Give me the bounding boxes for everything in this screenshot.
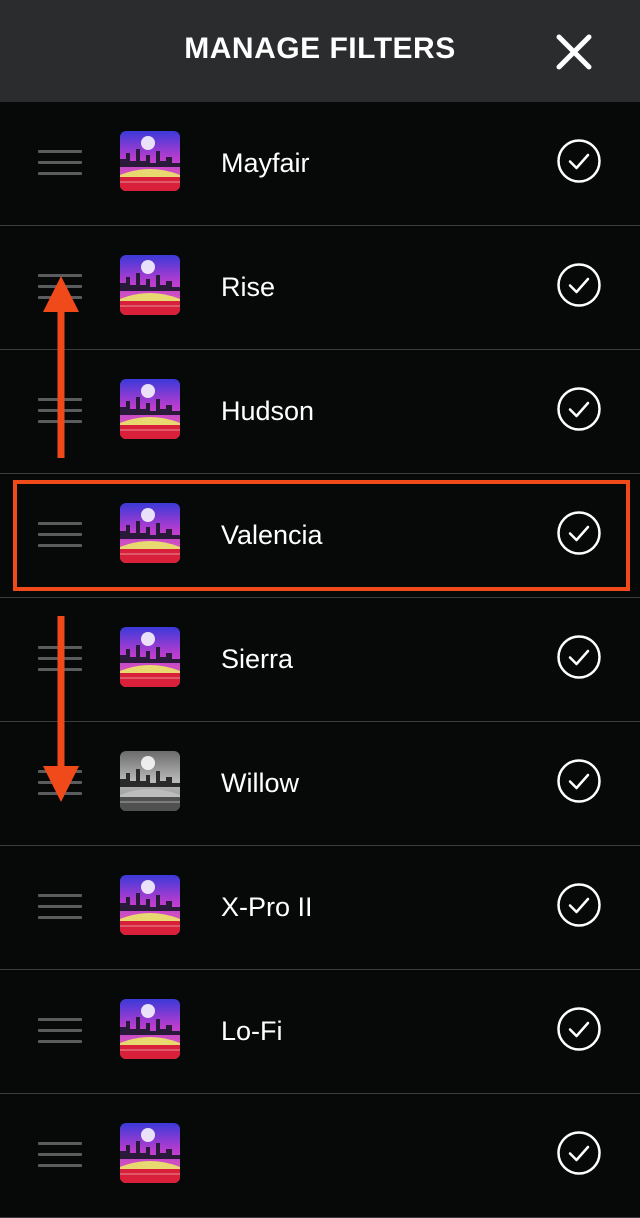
drag-handle-icon[interactable] bbox=[38, 646, 82, 672]
filter-row[interactable]: Lo-Fi bbox=[0, 970, 640, 1094]
check-circle-icon bbox=[557, 1007, 601, 1051]
filter-name: Lo-Fi bbox=[221, 1016, 283, 1046]
header-bar: MANAGE FILTERS bbox=[0, 0, 640, 102]
check-circle-icon bbox=[557, 511, 601, 555]
check-toggle-button[interactable] bbox=[557, 139, 601, 183]
drag-handle-icon[interactable] bbox=[38, 1018, 82, 1044]
close-icon bbox=[556, 34, 592, 70]
drag-handle-icon[interactable] bbox=[38, 274, 82, 300]
filter-name: Rise bbox=[221, 272, 276, 302]
filter-row[interactable]: Rise bbox=[0, 226, 640, 350]
filter-name: Sierra bbox=[221, 644, 294, 674]
filter-name: Valencia bbox=[221, 520, 323, 550]
filter-row[interactable]: X-Pro II bbox=[0, 846, 640, 970]
drag-handle-icon[interactable] bbox=[38, 1142, 82, 1168]
check-toggle-button[interactable] bbox=[557, 635, 601, 679]
check-toggle-button[interactable] bbox=[557, 883, 601, 927]
filter-name: Mayfair bbox=[221, 148, 310, 178]
filter-name: X-Pro II bbox=[221, 892, 313, 922]
drag-handle-icon[interactable] bbox=[38, 770, 82, 796]
filter-thumbnail bbox=[120, 255, 180, 315]
filter-thumbnail bbox=[120, 379, 180, 439]
filter-row[interactable]: Mayfair bbox=[0, 102, 640, 226]
check-circle-icon bbox=[557, 635, 601, 679]
filter-thumbnail bbox=[120, 131, 180, 191]
check-toggle-button[interactable] bbox=[557, 263, 601, 307]
drag-handle-icon[interactable] bbox=[38, 398, 82, 424]
drag-handle-icon[interactable] bbox=[38, 894, 82, 920]
check-toggle-button[interactable] bbox=[557, 387, 601, 431]
check-toggle-button[interactable] bbox=[557, 511, 601, 555]
filter-row[interactable]: Hudson bbox=[0, 350, 640, 474]
filter-row[interactable]: Valencia bbox=[0, 474, 640, 598]
check-circle-icon bbox=[557, 883, 601, 927]
filter-thumbnail bbox=[120, 1123, 180, 1183]
filter-row[interactable]: Sierra bbox=[0, 598, 640, 722]
check-toggle-button[interactable] bbox=[557, 759, 601, 803]
filter-list: Mayfair Rise Hudson Valencia Sierra Willow X-P… bbox=[0, 102, 640, 1218]
check-toggle-button[interactable] bbox=[557, 1131, 601, 1175]
filter-thumbnail bbox=[120, 751, 180, 811]
drag-handle-icon[interactable] bbox=[38, 522, 82, 548]
check-circle-icon bbox=[557, 387, 601, 431]
filter-thumbnail bbox=[120, 999, 180, 1059]
check-circle-icon bbox=[557, 139, 601, 183]
close-button[interactable] bbox=[550, 28, 598, 76]
filter-name: Willow bbox=[221, 768, 299, 798]
filter-row[interactable] bbox=[0, 1094, 640, 1218]
check-circle-icon bbox=[557, 263, 601, 307]
filter-thumbnail bbox=[120, 503, 180, 563]
check-circle-icon bbox=[557, 759, 601, 803]
check-circle-icon bbox=[557, 1131, 601, 1175]
filter-row[interactable]: Willow bbox=[0, 722, 640, 846]
check-toggle-button[interactable] bbox=[557, 1007, 601, 1051]
filter-thumbnail bbox=[120, 875, 180, 935]
drag-handle-icon[interactable] bbox=[38, 150, 82, 176]
page-title: MANAGE FILTERS bbox=[184, 32, 456, 65]
filter-thumbnail bbox=[120, 627, 180, 687]
filter-name: Hudson bbox=[221, 396, 315, 426]
